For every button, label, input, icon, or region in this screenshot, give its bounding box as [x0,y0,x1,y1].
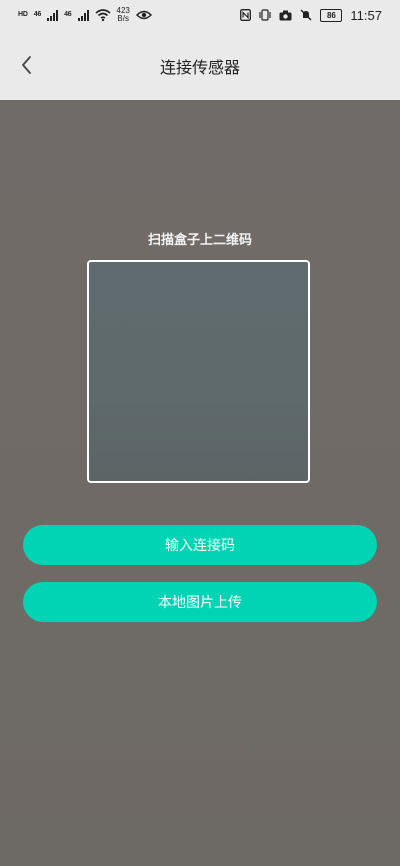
navigation-bar: 连接传感器 [0,30,400,100]
camera-icon [279,10,292,20]
signal-icon [77,9,89,21]
connect-sensor-screen: HD 46 46 423 B/s 86 11:57 连接传感器 扫描盒子上二维码… [0,0,400,866]
sim-hd-badge: HD [18,11,28,18]
status-right: 86 11:57 [240,6,382,24]
status-time: 11:57 [350,7,382,23]
qr-scan-frame [87,260,310,483]
enter-connect-code-button[interactable]: 输入连接码 [23,525,377,565]
nfc-icon [240,9,252,21]
network-speed-unit: B/s [117,14,129,23]
status-left: HD 46 46 423 B/s [18,6,152,24]
network-type-label: 46 [64,11,72,18]
eye-icon [135,10,152,20]
signal-icon [47,9,59,21]
mute-icon [300,9,312,21]
network-speed: 423 B/s [117,7,130,23]
upload-local-image-button[interactable]: 本地图片上传 [23,582,377,622]
vibrate-icon [259,9,272,21]
status-bar: HD 46 46 423 B/s 86 11:57 [0,0,400,30]
page-title: 连接传感器 [159,58,240,77]
top-bar: HD 46 46 423 B/s 86 11:57 连接传感器 [0,0,400,100]
scan-instruction: 扫描盒子上二维码 [147,233,252,248]
battery-icon: 86 [320,8,343,22]
wifi-icon [94,9,111,21]
network-type-label: 46 [33,11,42,18]
